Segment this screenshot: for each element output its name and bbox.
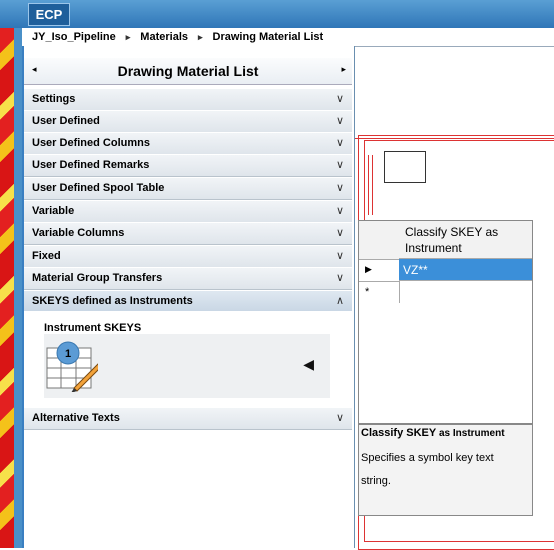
section-variable[interactable]: Variable ∨ <box>24 200 352 223</box>
new-row-indicator-icon[interactable]: * <box>359 281 400 303</box>
breadcrumb: JY_Iso_Pipeline ▸ Materials ▸ Drawing Ma… <box>22 28 554 47</box>
section-label: User Defined <box>32 115 100 127</box>
section-label: User Defined Remarks <box>32 159 150 171</box>
chevron-down-icon: ∨ <box>335 182 344 194</box>
left-view-border <box>14 28 22 548</box>
breadcrumb-item-project[interactable]: JY_Iso_Pipeline <box>32 31 116 43</box>
chevron-down-icon: ∨ <box>335 93 344 105</box>
column-header-classify-skey[interactable]: Classify SKEY as Instrument <box>399 221 532 259</box>
section-label: Fixed <box>32 250 61 262</box>
section-label: Settings <box>32 93 76 105</box>
chevron-down-icon: ∨ <box>335 227 344 239</box>
section-fixed[interactable]: Fixed ∨ <box>24 245 352 268</box>
chevron-down-icon: ∨ <box>335 115 344 127</box>
section-label: User Defined Spool Table <box>32 182 165 194</box>
section-user-defined-columns[interactable]: User Defined Columns ∨ <box>24 132 352 155</box>
table-cell-new[interactable] <box>399 281 532 303</box>
section-variable-columns[interactable]: Variable Columns ∨ <box>24 222 352 245</box>
section-skeys-defined-as-instruments[interactable]: SKEYS defined as Instruments ∧ <box>24 290 352 313</box>
table-corner[interactable] <box>359 221 400 260</box>
section-label: Material Group Transfers <box>32 272 163 284</box>
section-settings[interactable]: Settings ∨ <box>24 88 352 111</box>
chevron-down-icon: ∨ <box>335 159 344 171</box>
section-user-defined[interactable]: User Defined ∨ <box>24 110 352 133</box>
section-label: Alternative Texts <box>32 412 120 424</box>
breadcrumb-item-materials[interactable]: Materials <box>140 31 188 43</box>
description-text: Specifies a symbol key text string. <box>361 452 494 487</box>
section-label: SKEYS defined as Instruments <box>32 295 193 307</box>
breadcrumb-separator-icon: ▸ <box>125 31 131 42</box>
grid-pencil-icon: 1 <box>46 341 98 392</box>
section-label: User Defined Columns <box>32 137 150 149</box>
panel-header: ◂ Drawing Material List ▸ <box>24 58 352 85</box>
section-alternative-texts[interactable]: Alternative Texts ∨ <box>24 407 352 430</box>
chevron-down-icon: ∨ <box>335 272 344 284</box>
row-indicator-icon[interactable]: ▶ <box>359 259 400 282</box>
skey-table: Classify SKEY as Instrument ▶ VZ** * <box>358 220 533 424</box>
badge-number: 1 <box>65 348 71 360</box>
app-logo: ECP <box>28 3 70 26</box>
section-user-defined-spool-table[interactable]: User Defined Spool Table ∨ <box>24 177 352 200</box>
drawing-north-arrow <box>384 151 426 183</box>
chevron-down-icon: ∨ <box>335 137 344 149</box>
chevron-up-icon: ∧ <box>335 295 344 307</box>
instrument-skeys-label: Instrument SKEYS <box>44 322 142 334</box>
chevron-down-icon: ∨ <box>335 250 344 262</box>
chevron-down-icon: ∨ <box>335 205 344 217</box>
drawing-stripe <box>368 155 373 215</box>
table-cell-skey[interactable]: VZ** <box>399 259 532 281</box>
title-bar: ECP <box>0 0 554 28</box>
description-title: Classify SKEY as Instrument <box>361 427 505 439</box>
panel-title: Drawing Material List <box>117 63 259 79</box>
section-user-defined-remarks[interactable]: User Defined Remarks ∨ <box>24 154 352 177</box>
scroll-right-icon[interactable]: ▸ <box>341 64 346 75</box>
section-label: Variable <box>32 205 75 217</box>
section-label: Variable Columns <box>32 227 125 239</box>
instrument-skeys-area: Instrument SKEYS 1 ◀ <box>24 311 352 407</box>
section-material-group-transfers[interactable]: Material Group Transfers ∨ <box>24 267 352 290</box>
instrument-skeys-editor[interactable]: 1 ◀ <box>44 334 330 398</box>
breadcrumb-item-drawing-material-list[interactable]: Drawing Material List <box>213 31 324 43</box>
triangle-left-icon[interactable]: ◀ <box>303 356 314 373</box>
property-description: Classify SKEY as Instrument Specifies a … <box>358 424 533 516</box>
chevron-down-icon: ∨ <box>335 412 344 424</box>
breadcrumb-separator-icon: ▸ <box>198 31 203 42</box>
